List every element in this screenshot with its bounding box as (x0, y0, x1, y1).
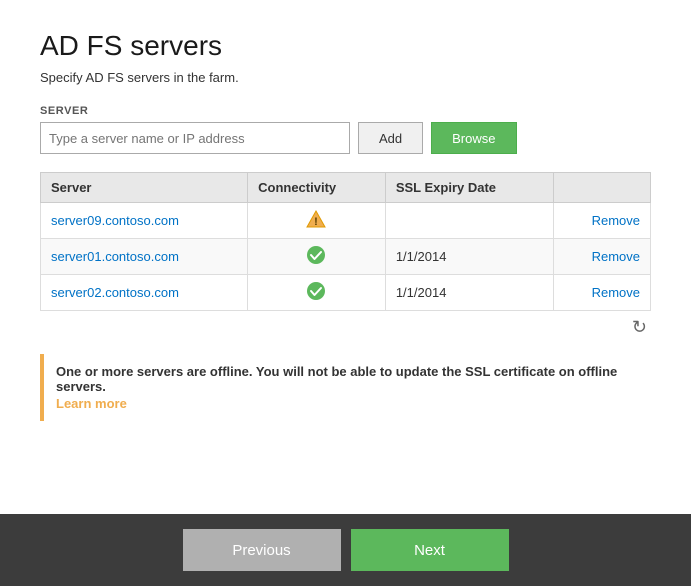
ok-icon (306, 245, 326, 265)
cell-remove: Remove (554, 275, 651, 311)
cell-connectivity (248, 239, 386, 275)
remove-link[interactable]: Remove (592, 213, 640, 228)
cell-ssl-expiry: 1/1/2014 (385, 275, 554, 311)
refresh-row: ↻ (40, 311, 651, 344)
learn-more-link[interactable]: Learn more (56, 396, 639, 411)
main-content: AD FS servers Specify AD FS servers in t… (0, 0, 691, 514)
page-title: AD FS servers (40, 30, 651, 62)
warning-box: One or more servers are offline. You wil… (40, 354, 651, 421)
previous-button[interactable]: Previous (183, 529, 341, 571)
server-link[interactable]: server09.contoso.com (51, 213, 179, 228)
cell-connectivity (248, 275, 386, 311)
table-row: server01.contoso.com 1/1/2014 Remove (41, 239, 651, 275)
svg-text:!: ! (315, 216, 319, 228)
table-row: server02.contoso.com 1/1/2014 Remove (41, 275, 651, 311)
table-row: server09.contoso.com! Remove (41, 203, 651, 239)
server-link[interactable]: server02.contoso.com (51, 285, 179, 300)
col-server: Server (41, 173, 248, 203)
cell-server: server01.contoso.com (41, 239, 248, 275)
add-button[interactable]: Add (358, 122, 423, 154)
page-subtitle: Specify AD FS servers in the farm. (40, 70, 651, 85)
cell-server: server09.contoso.com (41, 203, 248, 239)
servers-table: Server Connectivity SSL Expiry Date serv… (40, 172, 651, 311)
server-field-label: SERVER (40, 105, 651, 117)
server-input[interactable] (40, 122, 350, 154)
cell-connectivity: ! (248, 203, 386, 239)
col-connectivity: Connectivity (248, 173, 386, 203)
col-ssl-expiry: SSL Expiry Date (385, 173, 554, 203)
warning-text: One or more servers are offline. You wil… (56, 364, 617, 394)
table-header-row: Server Connectivity SSL Expiry Date (41, 173, 651, 203)
ok-icon (306, 281, 326, 301)
cell-ssl-expiry (385, 203, 554, 239)
server-link[interactable]: server01.contoso.com (51, 249, 179, 264)
remove-link[interactable]: Remove (592, 249, 640, 264)
server-input-row: Add Browse (40, 122, 651, 154)
cell-remove: Remove (554, 239, 651, 275)
next-button[interactable]: Next (351, 529, 509, 571)
remove-link[interactable]: Remove (592, 285, 640, 300)
cell-server: server02.contoso.com (41, 275, 248, 311)
cell-ssl-expiry: 1/1/2014 (385, 239, 554, 275)
browse-button[interactable]: Browse (431, 122, 516, 154)
refresh-icon[interactable]: ↻ (632, 317, 647, 338)
footer: Previous Next (0, 514, 691, 586)
cell-remove: Remove (554, 203, 651, 239)
col-actions (554, 173, 651, 203)
warning-icon: ! (306, 209, 326, 229)
